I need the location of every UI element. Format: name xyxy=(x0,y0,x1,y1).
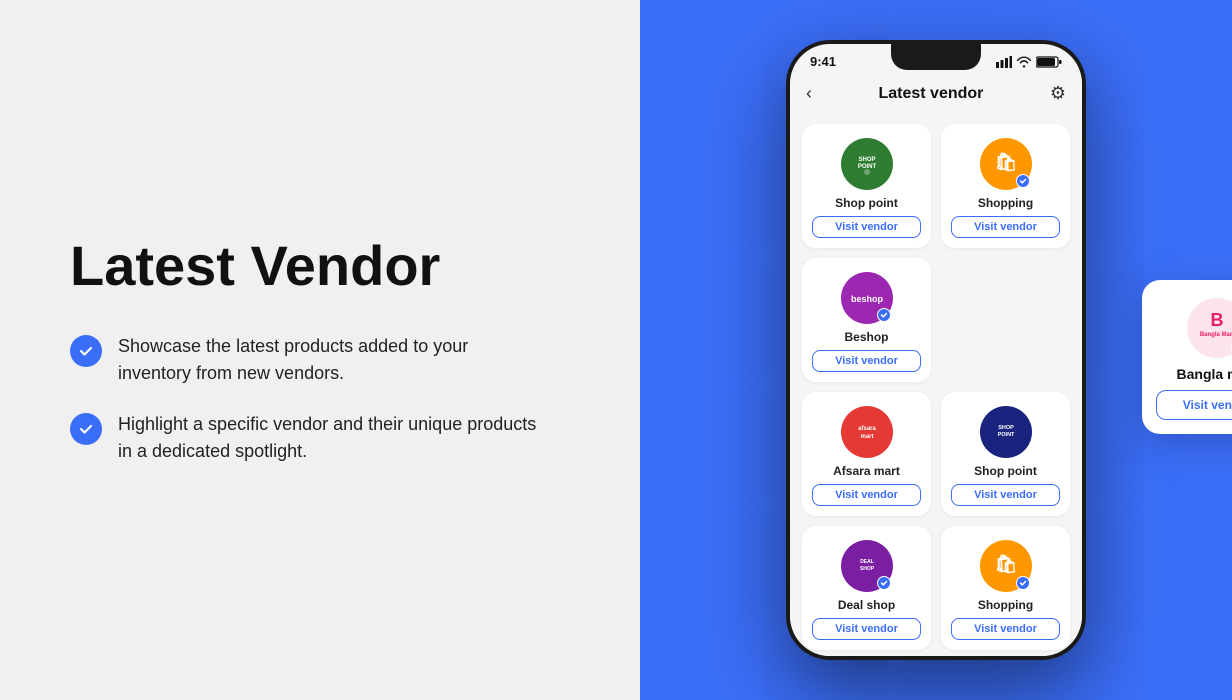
vendor-card-beshop: beshop Beshop Visit vendor xyxy=(802,258,931,382)
vendor-name-deal-shop: Deal shop xyxy=(838,598,895,612)
vendor-name-shop-point-2: Shop point xyxy=(974,464,1037,478)
battery-icon xyxy=(1036,56,1062,68)
vendor-name-beshop: Beshop xyxy=(844,330,888,344)
vendor-card-shop-point-2: SHOPPOINT Shop point Visit vendor xyxy=(941,392,1070,516)
status-icons xyxy=(996,56,1062,68)
phone-mockup: 9:41 xyxy=(786,40,1086,660)
svg-text:SHOP: SHOP xyxy=(998,425,1014,431)
vendor-name-shop-point-1: Shop point xyxy=(835,196,898,210)
vendor-name-afsara-mart: Afsara mart xyxy=(833,464,900,478)
svg-text:B: B xyxy=(1211,310,1224,330)
visit-vendor-btn-shopping-2[interactable]: Visit vendor xyxy=(951,618,1060,640)
status-time: 9:41 xyxy=(810,54,836,69)
svg-text:Bangla Mart: Bangla Mart xyxy=(1200,332,1232,338)
svg-text:beshop: beshop xyxy=(850,294,883,304)
vendor-card-shopping-1: 🛍 Shopping Visit vendor xyxy=(941,124,1070,248)
vendor-card-afsara-mart: afsara mart Afsara mart Visit vendor xyxy=(802,392,931,516)
visit-vendor-btn-afsara-mart[interactable]: Visit vendor xyxy=(812,484,921,506)
vendor-logo-shop-point-2: SHOPPOINT xyxy=(980,406,1032,458)
nav-title: Latest vendor xyxy=(878,85,983,103)
svg-text:afsara: afsara xyxy=(858,426,876,432)
wifi-icon xyxy=(1016,56,1032,68)
vendor-logo-beshop: beshop xyxy=(841,272,893,324)
svg-text:POINT: POINT xyxy=(997,432,1014,438)
check-icon-1 xyxy=(70,335,102,367)
vendor-card-shop-point-1: SHOPPOINT Shop point Visit vendor xyxy=(802,124,931,248)
right-panel: 9:41 xyxy=(640,0,1232,700)
popup-logo: B Bangla Mart xyxy=(1187,298,1232,358)
check-icon-2 xyxy=(70,413,102,445)
vendor-logo-shopping-2: 🛍 xyxy=(980,540,1032,592)
vendor-logo-shop-point-1: SHOPPOINT xyxy=(841,138,893,190)
popup-vendor-name: Bangla mart xyxy=(1177,366,1232,382)
vendor-grid: SHOPPOINT Shop point Visit vendor 🛍 Shop… xyxy=(790,112,1082,656)
vendor-logo-afsara-mart: afsara mart xyxy=(841,406,893,458)
vendor-card-shopping-2: 🛍 Shopping Visit vendor xyxy=(941,526,1070,650)
phone-notch xyxy=(891,44,981,70)
vendor-name-shopping-2: Shopping xyxy=(978,598,1033,612)
left-panel: Latest Vendor Showcase the latest produc… xyxy=(0,0,640,700)
svg-text:🛍: 🛍 xyxy=(994,152,1017,172)
signal-icon xyxy=(996,56,1012,68)
phone-screen: 9:41 xyxy=(790,44,1082,656)
feature-item-1: Showcase the latest products added to yo… xyxy=(70,333,570,387)
popup-visit-btn[interactable]: Visit vendor xyxy=(1156,390,1232,420)
svg-text:🛍: 🛍 xyxy=(994,554,1017,574)
feature-list: Showcase the latest products added to yo… xyxy=(70,333,570,465)
svg-text:DEAL: DEAL xyxy=(860,559,874,565)
page-title: Latest Vendor xyxy=(70,235,570,297)
feature-item-2: Highlight a specific vendor and their un… xyxy=(70,411,570,465)
feature-text-1: Showcase the latest products added to yo… xyxy=(118,333,538,387)
visit-vendor-btn-shop-point-2[interactable]: Visit vendor xyxy=(951,484,1060,506)
svg-text:mart: mart xyxy=(860,434,873,440)
nav-bar: ‹ Latest vendor ⚙ xyxy=(790,75,1082,112)
vendor-logo-deal-shop: DEALSHOP xyxy=(841,540,893,592)
verified-badge-beshop xyxy=(877,308,891,322)
filter-button[interactable]: ⚙ xyxy=(1050,83,1066,104)
svg-text:SHOP: SHOP xyxy=(859,566,874,572)
vendor-logo-shopping-1: 🛍 xyxy=(980,138,1032,190)
verified-badge-deal-shop xyxy=(877,576,891,590)
visit-vendor-btn-shop-point-1[interactable]: Visit vendor xyxy=(812,216,921,238)
back-button[interactable]: ‹ xyxy=(806,83,812,104)
vendor-card-deal-shop: DEALSHOP Deal shop Visit vendor xyxy=(802,526,931,650)
popup-card: B Bangla Mart Bangla mart Visit vendor xyxy=(1142,280,1232,434)
verified-badge-shopping-1 xyxy=(1016,174,1030,188)
vendor-name-shopping-1: Shopping xyxy=(978,196,1033,210)
svg-text:SHOP: SHOP xyxy=(858,157,875,163)
visit-vendor-btn-beshop[interactable]: Visit vendor xyxy=(812,350,921,372)
visit-vendor-btn-deal-shop[interactable]: Visit vendor xyxy=(812,618,921,640)
visit-vendor-btn-shopping-1[interactable]: Visit vendor xyxy=(951,216,1060,238)
verified-badge-shopping-2 xyxy=(1016,576,1030,590)
feature-text-2: Highlight a specific vendor and their un… xyxy=(118,411,538,465)
